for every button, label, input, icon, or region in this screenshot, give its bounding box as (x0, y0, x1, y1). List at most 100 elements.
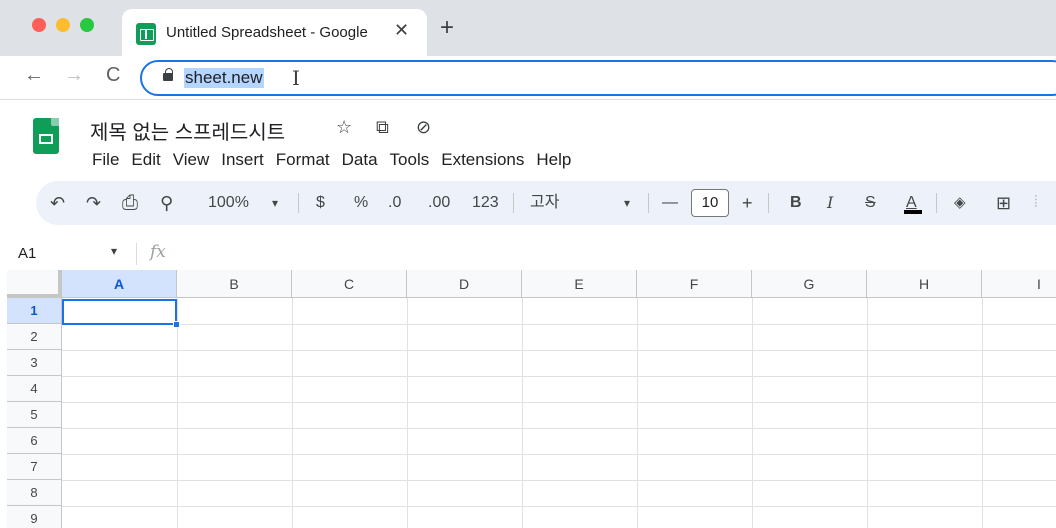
menu-edit[interactable]: Edit (131, 150, 160, 172)
column-header-c[interactable]: C (292, 270, 407, 298)
redo-icon[interactable]: ↷ (86, 181, 101, 225)
column-header-e[interactable]: E (522, 270, 637, 298)
grid-line (62, 454, 1056, 455)
paint-format-icon[interactable]: ⚲ (160, 181, 173, 225)
column-header-a[interactable]: A (62, 270, 177, 298)
borders-icon[interactable]: ⊞ (996, 181, 1011, 225)
lock-icon[interactable] (163, 68, 173, 81)
text-color-swatch (904, 210, 922, 214)
percent-format-button[interactable]: % (354, 181, 368, 225)
name-box[interactable]: A1 (18, 245, 36, 262)
name-box-caret-icon[interactable]: ▾ (111, 244, 117, 258)
bold-button[interactable]: B (790, 181, 802, 225)
row-header-7[interactable]: 7 (7, 454, 62, 480)
cloud-status-icon[interactable]: ⊘ (416, 117, 431, 138)
row-header-6[interactable]: 6 (7, 428, 62, 454)
merge-cells-icon[interactable]: ⦙ (1034, 181, 1038, 225)
text-cursor-icon: I (292, 66, 300, 90)
forward-button[interactable]: → (64, 64, 84, 87)
row-header-2[interactable]: 2 (7, 324, 62, 350)
italic-button[interactable]: I (827, 181, 833, 225)
toolbar-divider (513, 193, 514, 213)
menu-data[interactable]: Data (342, 150, 378, 172)
select-all-corner[interactable] (7, 270, 62, 298)
column-header-d[interactable]: D (407, 270, 522, 298)
spreadsheet-grid[interactable]: A B C D E F G H I 1 2 3 4 5 6 7 8 9 (0, 270, 1056, 528)
column-header-i[interactable]: I (982, 270, 1056, 298)
reload-button[interactable]: C (106, 64, 120, 87)
strikethrough-button[interactable]: S (865, 181, 876, 225)
grid-line (62, 428, 1056, 429)
grid-line (62, 480, 1056, 481)
toolbar-divider (298, 193, 299, 213)
column-header-h[interactable]: H (867, 270, 982, 298)
menu-view[interactable]: View (173, 150, 210, 172)
formula-bar: A1 ▾ fx (0, 240, 1056, 268)
print-icon[interactable]: ⎙ (122, 181, 138, 225)
active-cell-a1[interactable] (62, 299, 177, 325)
move-folder-icon[interactable]: ⧉ (376, 117, 389, 138)
grid-line (522, 298, 523, 528)
tab-close-icon[interactable]: ✕ (394, 20, 409, 41)
menu-extensions[interactable]: Extensions (441, 150, 524, 172)
font-caret-icon[interactable]: ▾ (624, 181, 630, 225)
font-size-input[interactable]: 10 (691, 189, 729, 217)
currency-format-button[interactable]: $ (316, 181, 325, 225)
browser-tab-active[interactable]: Untitled Spreadsheet - Google ✕ (122, 9, 427, 56)
grid-line (752, 298, 753, 528)
row-header-8[interactable]: 8 (7, 480, 62, 506)
row-header-9[interactable]: 9 (7, 506, 62, 528)
maximize-window-button[interactable] (80, 18, 94, 32)
tab-title: Untitled Spreadsheet - Google (166, 24, 368, 41)
menu-tools[interactable]: Tools (390, 150, 430, 172)
decrease-decimal-button[interactable]: .0 (388, 181, 401, 225)
url-input[interactable]: sheet.new I (140, 60, 1056, 96)
grid-line (407, 298, 408, 528)
grid-line (62, 376, 1056, 377)
toolbar-divider (648, 193, 649, 213)
row-header-4[interactable]: 4 (7, 376, 62, 402)
grid-line (982, 298, 983, 528)
fill-handle[interactable] (173, 321, 180, 328)
address-bar: ← → C sheet.new I (0, 56, 1056, 100)
fill-color-icon[interactable]: ◈ (954, 181, 966, 225)
minimize-window-button[interactable] (56, 18, 70, 32)
column-header-g[interactable]: G (752, 270, 867, 298)
increase-font-size-button[interactable]: + (742, 181, 753, 225)
zoom-select[interactable]: 100% (208, 181, 249, 225)
close-window-button[interactable] (32, 18, 46, 32)
column-header-b[interactable]: B (177, 270, 292, 298)
row-header-1[interactable]: 1 (7, 298, 62, 324)
undo-icon[interactable]: ↶ (50, 181, 65, 225)
grid-line (292, 298, 293, 528)
text-color-button[interactable]: A (906, 181, 917, 225)
menu-file[interactable]: File (92, 150, 119, 172)
fx-icon: fx (150, 242, 166, 262)
grid-line (62, 324, 1056, 325)
increase-decimal-button[interactable]: .00 (428, 181, 450, 225)
menu-format[interactable]: Format (276, 150, 330, 172)
toolbar-divider (936, 193, 937, 213)
row-header-5[interactable]: 5 (7, 402, 62, 428)
menu-insert[interactable]: Insert (221, 150, 264, 172)
row-header-3[interactable]: 3 (7, 350, 62, 376)
decrease-font-size-button[interactable]: — (662, 181, 678, 225)
browser-tab-bar: Untitled Spreadsheet - Google ✕ + (0, 0, 1056, 56)
back-button[interactable]: ← (24, 64, 44, 87)
zoom-caret-icon[interactable]: ▾ (272, 181, 278, 225)
menu-help[interactable]: Help (536, 150, 571, 172)
grid-line (62, 402, 1056, 403)
grid-line (177, 298, 178, 528)
star-icon[interactable]: ☆ (336, 117, 352, 138)
toolbar: ↶ ↷ ⎙ ⚲ 100% ▾ $ % .0 .00 123 고자 ▾ — 10 … (36, 181, 1056, 225)
menu-bar: File Edit View Insert Format Data Tools … (92, 150, 583, 172)
new-tab-button[interactable]: + (440, 16, 454, 40)
url-text[interactable]: sheet.new (184, 68, 264, 88)
font-select[interactable]: 고자 (530, 181, 559, 225)
sheets-logo-icon[interactable] (33, 118, 59, 154)
formula-divider (136, 243, 137, 265)
grid-line (62, 506, 1056, 507)
document-title[interactable]: 제목 없는 스프레드시트 (90, 116, 285, 145)
column-header-f[interactable]: F (637, 270, 752, 298)
number-format-button[interactable]: 123 (472, 181, 499, 225)
